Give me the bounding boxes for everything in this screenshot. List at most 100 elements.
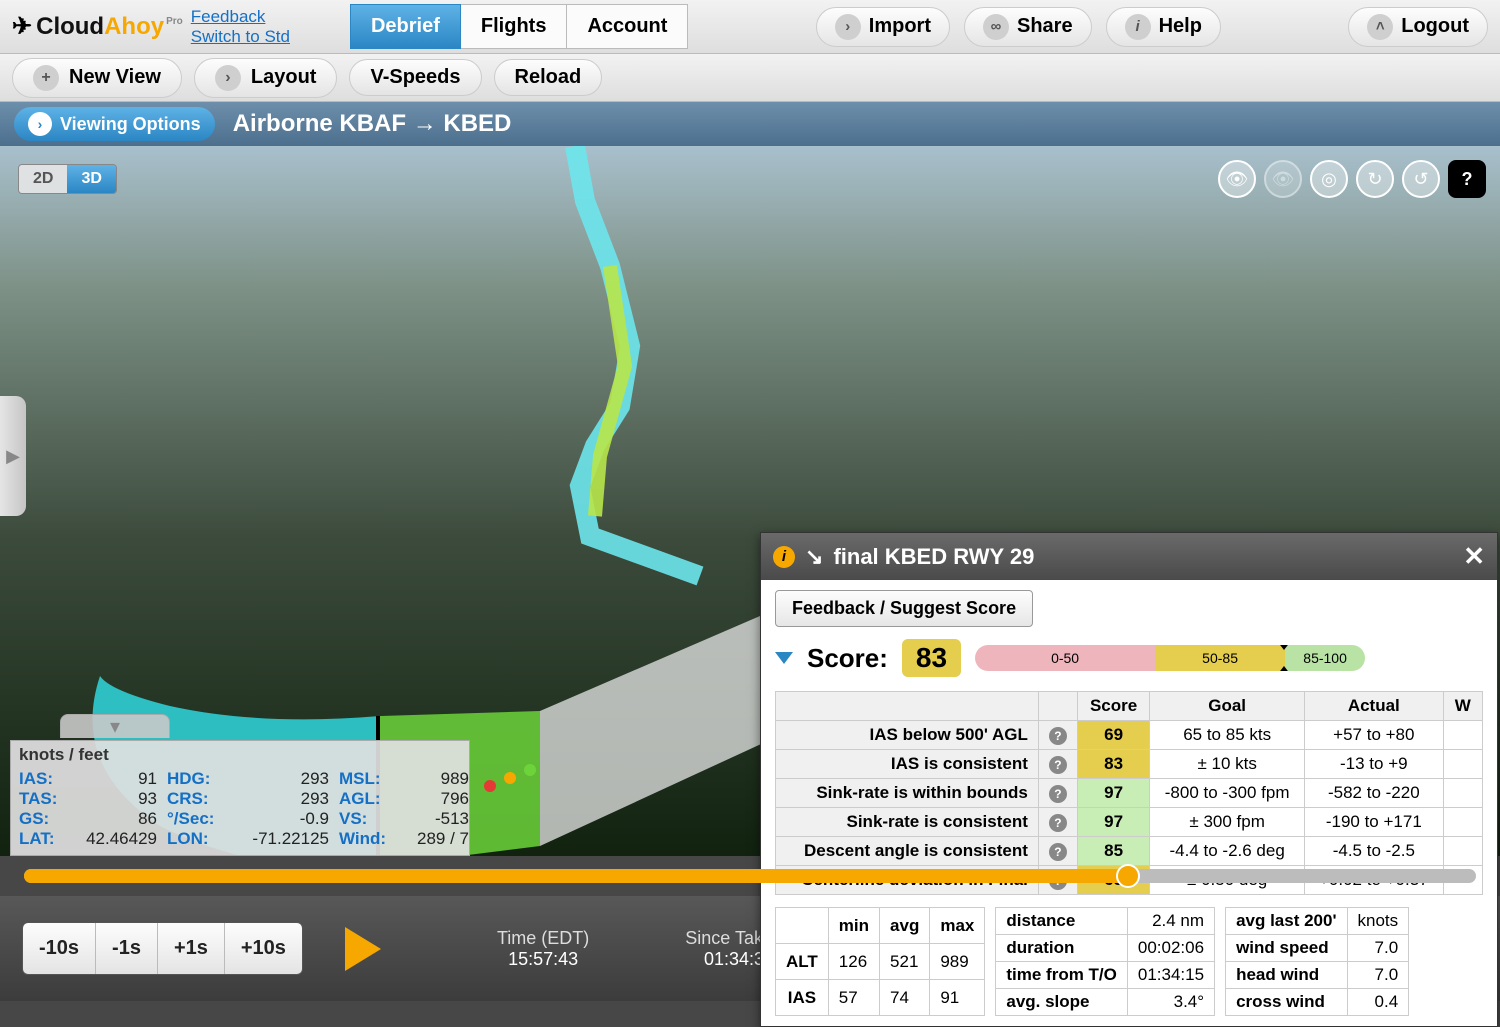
metric-goal: ± 300 fpm — [1150, 808, 1305, 837]
feedback-link[interactable]: Feedback — [191, 7, 290, 27]
timeline-progress — [24, 869, 1128, 883]
metric-help-icon[interactable]: ? — [1038, 837, 1077, 866]
main-tabs: Debrief Flights Account — [350, 4, 688, 49]
lon-value: -71.22125 — [241, 829, 339, 849]
info-icon: i — [773, 546, 795, 568]
target-icon[interactable]: ◎ — [1310, 160, 1348, 198]
cloud-icon: ✈ — [12, 12, 32, 41]
logo: ✈ CloudAhoyPro — [12, 12, 181, 41]
view-3d-button[interactable]: 3D — [67, 165, 115, 193]
instruments-collapse-handle[interactable]: ▾ — [60, 714, 170, 738]
secondary-toolbar: + New View › Layout V-Speeds Reload — [0, 54, 1500, 102]
vs-label: VS: — [339, 809, 401, 829]
step-fwd-10s[interactable]: +10s — [225, 923, 302, 974]
switch-std-link[interactable]: Switch to Std — [191, 27, 290, 47]
left-panel-expand-handle[interactable]: ▶ — [0, 396, 26, 516]
logout-button[interactable]: ˄ Logout — [1348, 7, 1488, 47]
approach-score-panel: i ↘ final KBED RWY 29 ✕ Feedback / Sugge… — [760, 532, 1498, 1027]
metric-help-icon[interactable]: ? — [1038, 779, 1077, 808]
metric-help-icon[interactable]: ? — [1038, 808, 1077, 837]
crs-label: CRS: — [167, 789, 241, 809]
metric-help-icon[interactable]: ? — [1038, 721, 1077, 750]
msl-label: MSL: — [339, 769, 401, 789]
map-help-button[interactable]: ? — [1448, 160, 1486, 198]
rotate-cw-icon[interactable]: ↻ — [1356, 160, 1394, 198]
info-icon: i — [1125, 14, 1151, 40]
map-3d-view[interactable]: 2D 3D ▶ 👁 👁 ◎ ↻ ↺ ? ▾ knots / feet IAS:9… — [0, 146, 1500, 856]
metric-row: IAS below 500' AGL?6965 to 85 kts+57 to … — [776, 721, 1483, 750]
degsec-label: °/Sec: — [167, 809, 241, 829]
eye-icon[interactable]: 👁 — [1218, 160, 1256, 198]
hdg-label: HDG: — [167, 769, 241, 789]
ias-value: 91 — [79, 769, 167, 789]
metric-score: 85 — [1077, 837, 1149, 866]
share-icon: ∞ — [983, 14, 1009, 40]
vspeeds-button[interactable]: V-Speeds — [349, 59, 481, 96]
plus-icon: + — [33, 65, 59, 91]
reload-button[interactable]: Reload — [494, 59, 603, 96]
view-mode-toggle: 2D 3D — [18, 164, 117, 194]
expand-toggle-icon[interactable] — [775, 652, 793, 664]
panel-titlebar[interactable]: i ↘ final KBED RWY 29 ✕ — [761, 533, 1497, 580]
metric-help-icon[interactable]: ? — [1038, 750, 1077, 779]
degsec-value: -0.9 — [241, 809, 339, 829]
col-extra: W — [1443, 692, 1482, 721]
feedback-suggest-button[interactable]: Feedback / Suggest Score — [775, 590, 1033, 627]
viewing-options-button[interactable]: › Viewing Options — [14, 107, 215, 141]
step-buttons: -10s -1s +1s +10s — [22, 922, 303, 975]
rotate-ccw-icon[interactable]: ↺ — [1402, 160, 1440, 198]
lon-label: LON: — [167, 829, 241, 849]
metric-row: IAS is consistent?83± 10 kts-13 to +9 — [776, 750, 1483, 779]
metric-extra — [1443, 837, 1482, 866]
metric-extra — [1443, 779, 1482, 808]
agl-value: 796 — [401, 789, 479, 809]
crs-value: 293 — [241, 789, 339, 809]
step-back-10s[interactable]: -10s — [23, 923, 96, 974]
approach-arrow-icon: ↘ — [805, 544, 823, 570]
tas-label: TAS: — [19, 789, 79, 809]
col-goal: Goal — [1150, 692, 1305, 721]
alt-ias-table: minavgmax ALT126521989 IAS577491 — [775, 907, 985, 1016]
col-actual: Actual — [1304, 692, 1443, 721]
timeline-track[interactable] — [24, 869, 1476, 883]
metric-actual: -582 to -220 — [1304, 779, 1443, 808]
top-header: ✈ CloudAhoyPro Feedback Switch to Std De… — [0, 0, 1500, 54]
metric-actual: +57 to +80 — [1304, 721, 1443, 750]
wind-label: Wind: — [339, 829, 401, 849]
view-2d-button[interactable]: 2D — [19, 165, 67, 193]
new-view-button[interactable]: + New View — [12, 58, 182, 98]
timeline-knob[interactable] — [1116, 864, 1140, 888]
time-edt: Time (EDT)15:57:43 — [497, 928, 589, 970]
close-icon[interactable]: ✕ — [1463, 541, 1485, 572]
tab-debrief[interactable]: Debrief — [350, 4, 461, 49]
wind-table: avg last 200'knots wind speed7.0 head wi… — [1225, 907, 1409, 1016]
agl-label: AGL: — [339, 789, 401, 809]
metric-row: Sink-rate is within bounds?97-800 to -30… — [776, 779, 1483, 808]
score-label: Score: — [807, 643, 888, 674]
step-back-1s[interactable]: -1s — [96, 923, 158, 974]
instruments-panel: knots / feet IAS:91 HDG:293 MSL:989 TAS:… — [10, 740, 470, 856]
metric-name: Sink-rate is within bounds — [776, 779, 1039, 808]
tab-account[interactable]: Account — [567, 4, 688, 49]
eye-off-icon[interactable]: 👁 — [1264, 160, 1302, 198]
metric-extra — [1443, 721, 1482, 750]
import-button[interactable]: › Import — [816, 7, 950, 47]
play-button[interactable] — [345, 927, 381, 971]
layout-button[interactable]: › Layout — [194, 58, 338, 98]
chevron-right-icon: › — [28, 112, 52, 136]
gs-value: 86 — [79, 809, 167, 829]
segment-stats-table: distance2.4 nm duration00:02:06 time fro… — [995, 907, 1215, 1016]
flight-title: Airborne KBAF → KBED — [233, 110, 512, 138]
hdg-value: 293 — [241, 769, 339, 789]
metric-score: 97 — [1077, 779, 1149, 808]
share-button[interactable]: ∞ Share — [964, 7, 1092, 47]
help-button[interactable]: i Help — [1106, 7, 1221, 47]
step-fwd-1s[interactable]: +1s — [158, 923, 225, 974]
tas-value: 93 — [79, 789, 167, 809]
metric-score: 69 — [1077, 721, 1149, 750]
ias-label: IAS: — [19, 769, 79, 789]
tab-flights[interactable]: Flights — [461, 4, 568, 49]
chevron-up-icon: ˄ — [1367, 14, 1393, 40]
msl-value: 989 — [401, 769, 479, 789]
metric-name: Descent angle is consistent — [776, 837, 1039, 866]
